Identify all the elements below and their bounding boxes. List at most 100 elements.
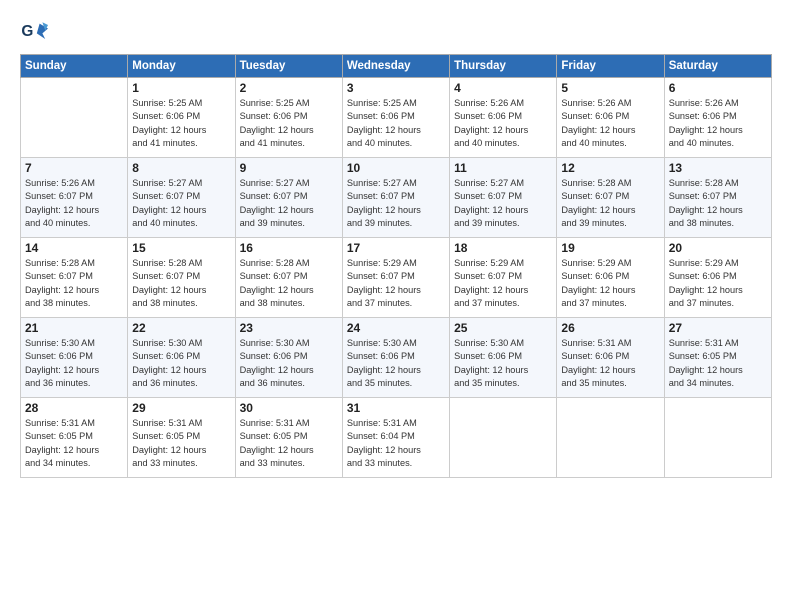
weekday-header-friday: Friday <box>557 55 664 78</box>
calendar-cell: 15 Sunrise: 5:28 AM Sunset: 6:07 PM Dayli… <box>128 238 235 318</box>
day-number: 31 <box>347 401 445 415</box>
day-number: 23 <box>240 321 338 335</box>
day-info: Sunrise: 5:27 AM Sunset: 6:07 PM Dayligh… <box>454 177 552 230</box>
calendar-cell: 31 Sunrise: 5:31 AM Sunset: 6:04 PM Dayli… <box>342 398 449 478</box>
day-info: Sunrise: 5:31 AM Sunset: 6:05 PM Dayligh… <box>25 417 123 470</box>
week-row-2: 7Sunrise: 5:26 AM Sunset: 6:07 PM Daylig… <box>21 158 772 238</box>
logo: G <box>20 18 50 46</box>
day-number: 14 <box>25 241 123 255</box>
day-number: 15 <box>132 241 230 255</box>
calendar-cell <box>557 398 664 478</box>
weekday-header-monday: Monday <box>128 55 235 78</box>
calendar-cell: 11 Sunrise: 5:27 AM Sunset: 6:07 PM Dayli… <box>450 158 557 238</box>
weekday-header-thursday: Thursday <box>450 55 557 78</box>
logo-icon: G <box>20 18 48 46</box>
day-info: Sunrise: 5:29 AM Sunset: 6:07 PM Dayligh… <box>347 257 445 310</box>
day-number: 29 <box>132 401 230 415</box>
day-number: 25 <box>454 321 552 335</box>
calendar-cell: 21 Sunrise: 5:30 AM Sunset: 6:06 PM Dayli… <box>21 318 128 398</box>
day-number: 26 <box>561 321 659 335</box>
calendar-cell <box>450 398 557 478</box>
calendar-cell: 7Sunrise: 5:26 AM Sunset: 6:07 PM Daylig… <box>21 158 128 238</box>
day-info: Sunrise: 5:27 AM Sunset: 6:07 PM Dayligh… <box>240 177 338 230</box>
day-info: Sunrise: 5:25 AM Sunset: 6:06 PM Dayligh… <box>347 97 445 150</box>
day-info: Sunrise: 5:26 AM Sunset: 6:06 PM Dayligh… <box>669 97 767 150</box>
day-number: 17 <box>347 241 445 255</box>
day-number: 7 <box>25 161 123 175</box>
week-row-5: 28 Sunrise: 5:31 AM Sunset: 6:05 PM Dayli… <box>21 398 772 478</box>
day-info: Sunrise: 5:28 AM Sunset: 6:07 PM Dayligh… <box>240 257 338 310</box>
day-info: Sunrise: 5:29 AM Sunset: 6:07 PM Dayligh… <box>454 257 552 310</box>
day-info: Sunrise: 5:28 AM Sunset: 6:07 PM Dayligh… <box>669 177 767 230</box>
day-number: 21 <box>25 321 123 335</box>
day-number: 11 <box>454 161 552 175</box>
day-number: 4 <box>454 81 552 95</box>
calendar-cell <box>21 78 128 158</box>
day-number: 18 <box>454 241 552 255</box>
day-number: 3 <box>347 81 445 95</box>
svg-text:G: G <box>21 23 33 40</box>
day-info: Sunrise: 5:31 AM Sunset: 6:04 PM Dayligh… <box>347 417 445 470</box>
calendar-cell: 10 Sunrise: 5:27 AM Sunset: 6:07 PM Dayli… <box>342 158 449 238</box>
day-info: Sunrise: 5:30 AM Sunset: 6:06 PM Dayligh… <box>132 337 230 390</box>
day-number: 24 <box>347 321 445 335</box>
weekday-header-saturday: Saturday <box>664 55 771 78</box>
weekday-header-tuesday: Tuesday <box>235 55 342 78</box>
calendar-cell: 29 Sunrise: 5:31 AM Sunset: 6:05 PM Dayli… <box>128 398 235 478</box>
calendar-cell: 1 Sunrise: 5:25 AM Sunset: 6:06 PM Daylig… <box>128 78 235 158</box>
day-info: Sunrise: 5:27 AM Sunset: 6:07 PM Dayligh… <box>132 177 230 230</box>
header: G <box>20 18 772 46</box>
day-info: Sunrise: 5:30 AM Sunset: 6:06 PM Dayligh… <box>240 337 338 390</box>
day-info: Sunrise: 5:31 AM Sunset: 6:06 PM Dayligh… <box>561 337 659 390</box>
day-info: Sunrise: 5:29 AM Sunset: 6:06 PM Dayligh… <box>561 257 659 310</box>
day-info: Sunrise: 5:28 AM Sunset: 6:07 PM Dayligh… <box>561 177 659 230</box>
day-info: Sunrise: 5:28 AM Sunset: 6:07 PM Dayligh… <box>25 257 123 310</box>
day-number: 10 <box>347 161 445 175</box>
day-info: Sunrise: 5:27 AM Sunset: 6:07 PM Dayligh… <box>347 177 445 230</box>
day-number: 6 <box>669 81 767 95</box>
weekday-header-sunday: Sunday <box>21 55 128 78</box>
day-number: 2 <box>240 81 338 95</box>
calendar-cell: 8Sunrise: 5:27 AM Sunset: 6:07 PM Daylig… <box>128 158 235 238</box>
day-number: 19 <box>561 241 659 255</box>
day-number: 16 <box>240 241 338 255</box>
day-info: Sunrise: 5:30 AM Sunset: 6:06 PM Dayligh… <box>25 337 123 390</box>
calendar-cell: 14 Sunrise: 5:28 AM Sunset: 6:07 PM Dayli… <box>21 238 128 318</box>
calendar-cell: 6 Sunrise: 5:26 AM Sunset: 6:06 PM Daylig… <box>664 78 771 158</box>
day-number: 20 <box>669 241 767 255</box>
day-number: 5 <box>561 81 659 95</box>
day-info: Sunrise: 5:29 AM Sunset: 6:06 PM Dayligh… <box>669 257 767 310</box>
calendar-cell: 4 Sunrise: 5:26 AM Sunset: 6:06 PM Daylig… <box>450 78 557 158</box>
day-info: Sunrise: 5:31 AM Sunset: 6:05 PM Dayligh… <box>240 417 338 470</box>
day-number: 27 <box>669 321 767 335</box>
day-number: 13 <box>669 161 767 175</box>
calendar-cell: 28 Sunrise: 5:31 AM Sunset: 6:05 PM Dayli… <box>21 398 128 478</box>
page: G SundayMondayTuesdayWednesdayThursdayFr… <box>0 0 792 488</box>
calendar-table: SundayMondayTuesdayWednesdayThursdayFrid… <box>20 54 772 478</box>
day-info: Sunrise: 5:30 AM Sunset: 6:06 PM Dayligh… <box>347 337 445 390</box>
calendar-cell: 23 Sunrise: 5:30 AM Sunset: 6:06 PM Dayli… <box>235 318 342 398</box>
calendar-cell: 25Sunrise: 5:30 AM Sunset: 6:06 PM Dayli… <box>450 318 557 398</box>
day-info: Sunrise: 5:26 AM Sunset: 6:06 PM Dayligh… <box>561 97 659 150</box>
day-info: Sunrise: 5:31 AM Sunset: 6:05 PM Dayligh… <box>669 337 767 390</box>
calendar-cell: 16 Sunrise: 5:28 AM Sunset: 6:07 PM Dayli… <box>235 238 342 318</box>
day-info: Sunrise: 5:25 AM Sunset: 6:06 PM Dayligh… <box>132 97 230 150</box>
day-info: Sunrise: 5:26 AM Sunset: 6:06 PM Dayligh… <box>454 97 552 150</box>
day-number: 30 <box>240 401 338 415</box>
day-number: 12 <box>561 161 659 175</box>
calendar-cell: 5 Sunrise: 5:26 AM Sunset: 6:06 PM Daylig… <box>557 78 664 158</box>
calendar-cell: 20 Sunrise: 5:29 AM Sunset: 6:06 PM Dayli… <box>664 238 771 318</box>
calendar-cell <box>664 398 771 478</box>
calendar-cell: 2Sunrise: 5:25 AM Sunset: 6:06 PM Daylig… <box>235 78 342 158</box>
day-info: Sunrise: 5:28 AM Sunset: 6:07 PM Dayligh… <box>132 257 230 310</box>
calendar-cell: 12 Sunrise: 5:28 AM Sunset: 6:07 PM Dayli… <box>557 158 664 238</box>
calendar-cell: 27 Sunrise: 5:31 AM Sunset: 6:05 PM Dayli… <box>664 318 771 398</box>
weekday-header-wednesday: Wednesday <box>342 55 449 78</box>
day-number: 1 <box>132 81 230 95</box>
calendar-cell: 30 Sunrise: 5:31 AM Sunset: 6:05 PM Dayli… <box>235 398 342 478</box>
calendar-cell: 24 Sunrise: 5:30 AM Sunset: 6:06 PM Dayli… <box>342 318 449 398</box>
calendar-cell: 22Sunrise: 5:30 AM Sunset: 6:06 PM Dayli… <box>128 318 235 398</box>
day-number: 28 <box>25 401 123 415</box>
day-info: Sunrise: 5:31 AM Sunset: 6:05 PM Dayligh… <box>132 417 230 470</box>
week-row-3: 14 Sunrise: 5:28 AM Sunset: 6:07 PM Dayli… <box>21 238 772 318</box>
